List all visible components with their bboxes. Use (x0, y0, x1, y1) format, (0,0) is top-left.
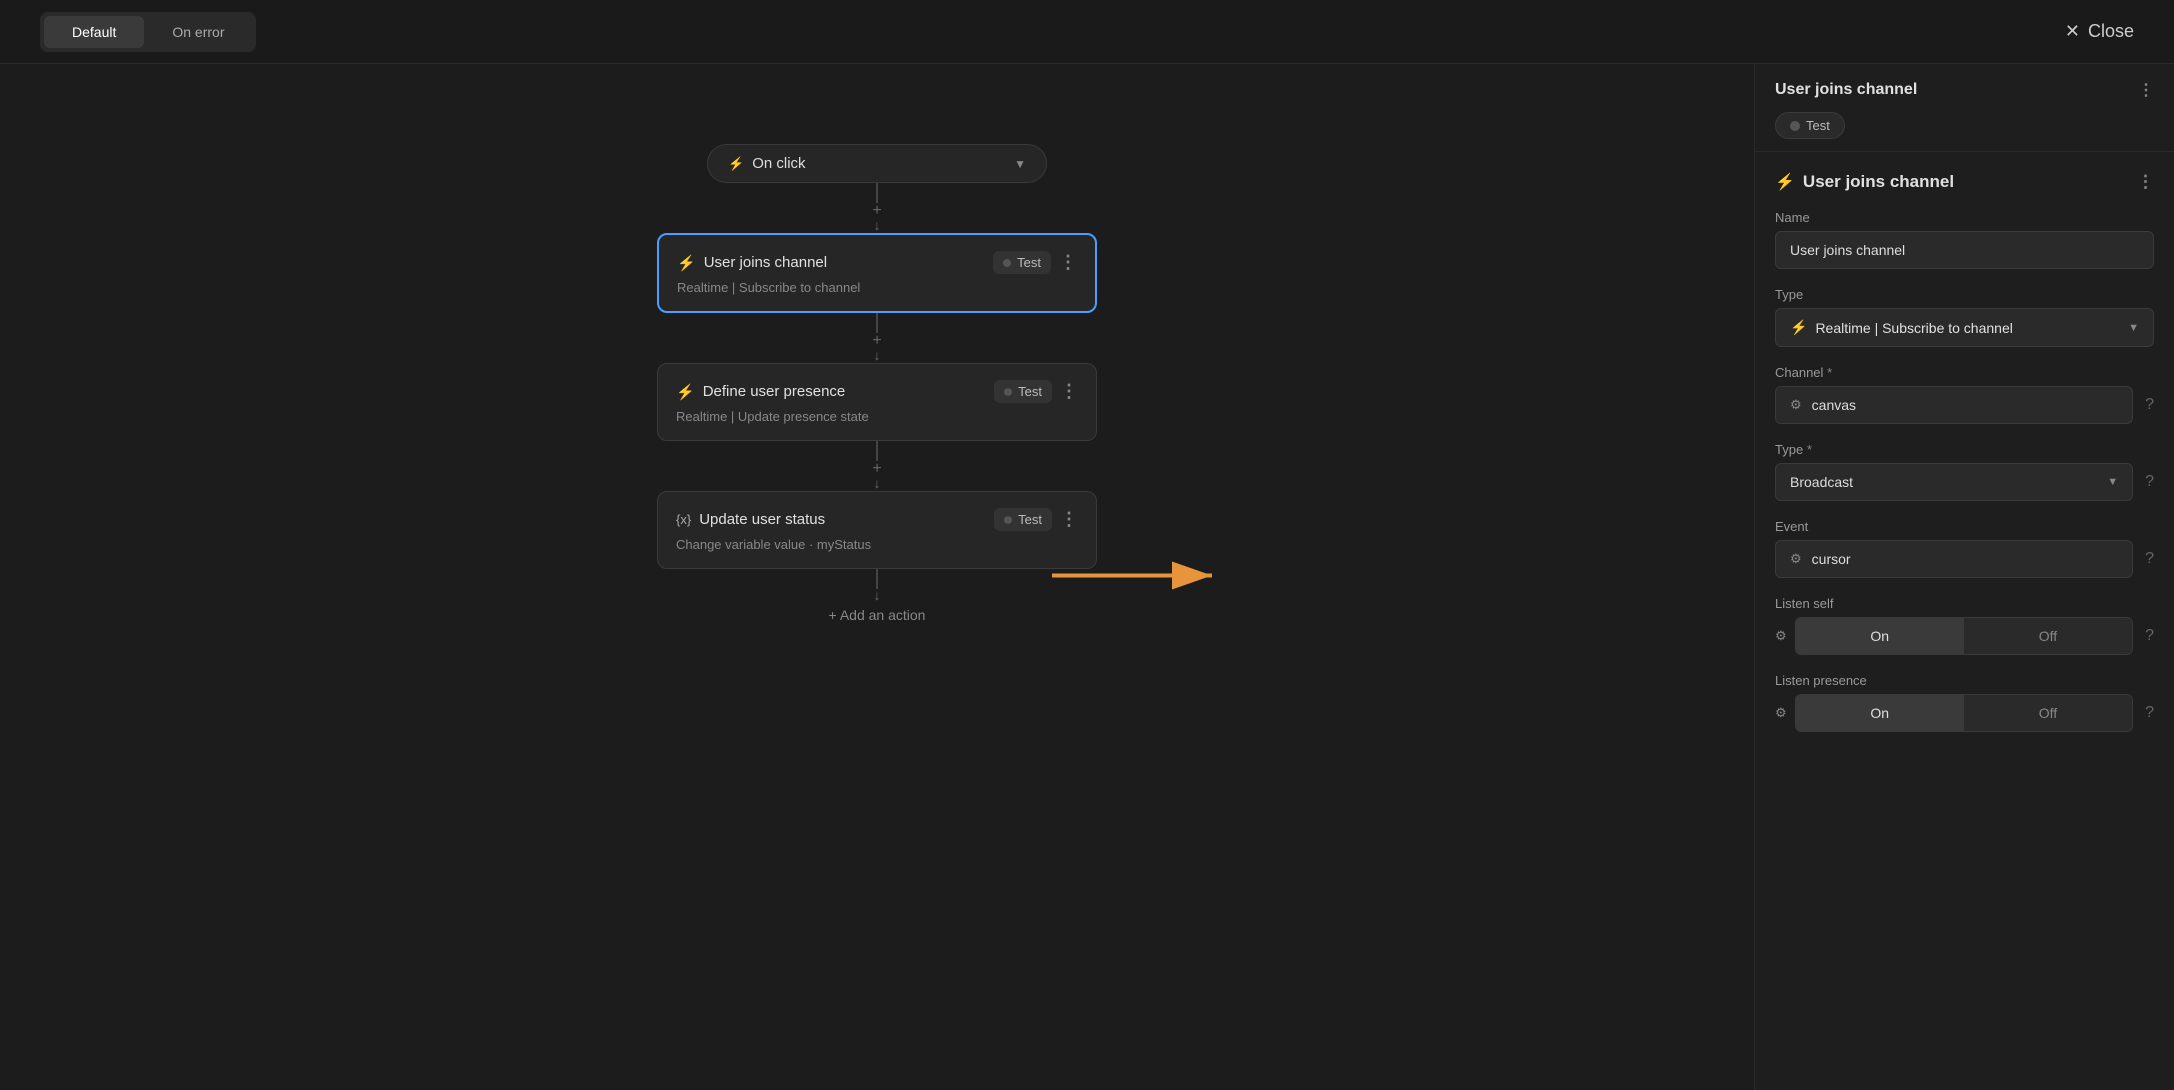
arrow-down-3: ↓ (874, 475, 881, 491)
arrow-down-1: ↓ (874, 217, 881, 233)
event-field-group: Event ⚙ cursor ? (1775, 519, 2154, 578)
node3-badge-dot (1004, 516, 1012, 524)
node2-badge-dot (1004, 388, 1012, 396)
connector-line-2 (876, 313, 878, 333)
node1-more-button[interactable]: ⋮ (1059, 252, 1077, 273)
type2-chevron-icon: ▼ (2107, 476, 2118, 488)
listen-self-toggle[interactable]: On Off (1795, 617, 2133, 655)
panel-top-title-text: User joins channel (1775, 81, 1917, 99)
arrow-down-2: ↓ (874, 347, 881, 363)
node2-subtitle: Realtime | Update presence state (676, 409, 1078, 424)
node3-subtitle: Change variable value · myStatus (676, 537, 1078, 552)
node1-lightning-icon: ⚡ (677, 254, 696, 272)
type-dropdown[interactable]: ⚡ Realtime | Subscribe to channel ▼ (1775, 308, 2154, 347)
type-chevron-icon: ▼ (2128, 322, 2139, 334)
trigger-node[interactable]: ⚡ On click ▼ (707, 144, 1047, 183)
detail-lightning-icon: ⚡ (1775, 172, 1795, 192)
connector-line-4 (876, 569, 878, 589)
orange-arrow (1052, 546, 1232, 609)
channel-field-icon: ⚙ (1790, 397, 1802, 413)
listen-self-label: Listen self (1775, 596, 2154, 611)
panel-top: User joins channel ⋮ Test (1755, 64, 2174, 152)
node2-lightning-icon: ⚡ (676, 383, 695, 401)
channel-label: Channel * (1775, 365, 2154, 380)
node3-test-badge[interactable]: Test (994, 508, 1052, 531)
channel-help-icon[interactable]: ? (2145, 396, 2154, 414)
listen-self-help-icon[interactable]: ? (2145, 627, 2154, 645)
panel-detail: ⚡ User joins channel ⋮ Name User joins c… (1755, 152, 2174, 1090)
node-user-joins-channel[interactable]: ⚡ User joins channel Test ⋮ Realtime | S… (657, 233, 1097, 313)
type2-help-icon[interactable]: ? (2145, 473, 2154, 491)
listen-self-off-option[interactable]: Off (1964, 618, 2132, 654)
type2-label: Type * (1775, 442, 2154, 457)
close-button[interactable]: ✕ Close (2065, 21, 2134, 42)
channel-input[interactable]: ⚙ canvas (1775, 386, 2133, 424)
listen-self-field-group: Listen self ⚙ On Off ? (1775, 596, 2154, 655)
play-icon (1790, 121, 1800, 131)
add-action-button[interactable]: + Add an action (829, 607, 926, 623)
close-icon: ✕ (2065, 21, 2080, 42)
trigger-icon: ⚡ (728, 156, 744, 172)
listen-presence-label: Listen presence (1775, 673, 2154, 688)
right-panel: User joins channel ⋮ Test ⚡ User joins c… (1754, 64, 2174, 1090)
listen-presence-icon: ⚙ (1775, 705, 1787, 721)
node-define-user-presence[interactable]: ⚡ Define user presence Test ⋮ Realtime |… (657, 363, 1097, 441)
canvas-area: ⚡ On click ▼ + ↓ ⚡ User joins channel (0, 64, 1754, 1090)
name-input[interactable]: User joins channel (1775, 231, 2154, 269)
panel-test-button[interactable]: Test (1775, 112, 1845, 139)
node1-subtitle: Realtime | Subscribe to channel (677, 280, 1077, 295)
main-layout: ⚡ On click ▼ + ↓ ⚡ User joins channel (0, 64, 2174, 1090)
top-bar: Default On error ✕ Close (0, 0, 2174, 64)
event-help-icon[interactable]: ? (2145, 550, 2154, 568)
name-label: Name (1775, 210, 2154, 225)
channel-field-group: Channel * ⚙ canvas ? (1775, 365, 2154, 424)
node2-test-badge[interactable]: Test (994, 380, 1052, 403)
node-update-user-status[interactable]: {x} Update user status Test ⋮ Change var… (657, 491, 1097, 569)
trigger-label: On click (752, 155, 805, 172)
detail-more-button[interactable]: ⋮ (2137, 172, 2154, 192)
type2-field-group: Type * Broadcast ▼ ? (1775, 442, 2154, 501)
connector-2: + ↓ (872, 313, 881, 363)
listen-presence-on-option[interactable]: On (1796, 695, 1964, 731)
connector-line-3 (876, 441, 878, 461)
chevron-down-icon: ▼ (1014, 157, 1026, 171)
node2-more-button[interactable]: ⋮ (1060, 381, 1078, 402)
name-field-group: Name User joins channel (1775, 210, 2154, 269)
type-label: Type (1775, 287, 2154, 302)
type-lightning-icon: ⚡ (1790, 319, 1807, 336)
listen-presence-help-icon[interactable]: ? (2145, 704, 2154, 722)
type-field-group: Type ⚡ Realtime | Subscribe to channel ▼ (1775, 287, 2154, 347)
event-field-icon: ⚙ (1790, 551, 1802, 567)
tab-on-error[interactable]: On error (144, 16, 252, 48)
listen-self-on-option[interactable]: On (1796, 618, 1964, 654)
arrow-down-4: ↓ (874, 587, 881, 603)
connector-line (876, 183, 878, 203)
node1-badge-dot (1003, 259, 1011, 267)
node1-test-badge[interactable]: Test (993, 251, 1051, 274)
listen-presence-field-group: Listen presence ⚙ On Off ? (1775, 673, 2154, 732)
panel-section-title: ⚡ User joins channel ⋮ (1775, 172, 2154, 192)
connector-4: ↓ (874, 569, 881, 603)
connector-3: + ↓ (872, 441, 881, 491)
connector-1: + ↓ (872, 183, 881, 233)
event-input[interactable]: ⚙ cursor (1775, 540, 2133, 578)
node3-variable-icon: {x} (676, 512, 691, 527)
tab-default[interactable]: Default (44, 16, 144, 48)
node3-more-button[interactable]: ⋮ (1060, 509, 1078, 530)
panel-top-more-button[interactable]: ⋮ (2138, 80, 2154, 100)
event-label: Event (1775, 519, 2154, 534)
listen-presence-off-option[interactable]: Off (1964, 695, 2132, 731)
listen-presence-toggle[interactable]: On Off (1795, 694, 2133, 732)
tab-group: Default On error (40, 12, 256, 52)
type2-dropdown[interactable]: Broadcast ▼ (1775, 463, 2133, 501)
listen-self-icon: ⚙ (1775, 628, 1787, 644)
